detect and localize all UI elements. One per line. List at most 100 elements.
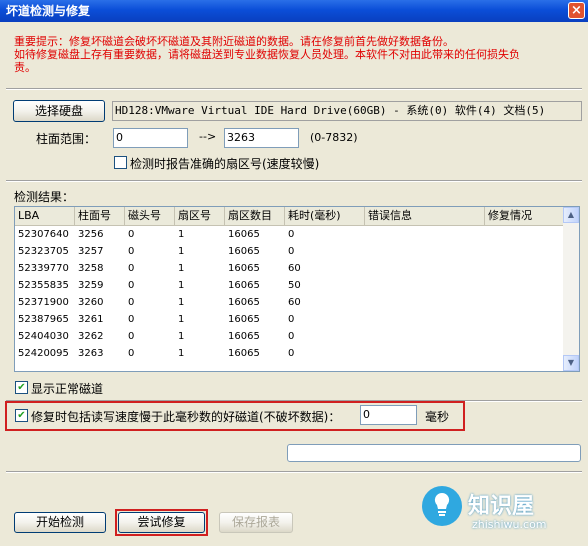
table-row[interactable]: 52387965 3261 0 1 16065 0 [15, 311, 564, 328]
table-cell [485, 226, 564, 243]
progress-bar [287, 444, 581, 462]
table-cell [365, 328, 485, 345]
repair-slow-checkbox[interactable]: ✔ [15, 409, 28, 422]
start-detect-button[interactable]: 开始检测 [14, 512, 106, 533]
accurate-sector-checkbox[interactable] [114, 156, 127, 169]
table-cell [365, 243, 485, 260]
watermark-domain: zhishiwu.com [472, 518, 547, 531]
table-cell: 3262 [78, 331, 104, 342]
title-bar[interactable]: 坏道检测与修复 × [0, 0, 588, 22]
watermark-logo: 知识屋 zhishiwu.com [420, 480, 588, 546]
table-cell: 60 [288, 297, 301, 308]
warning-line-1: 重要提示：修复坏磁道会破坏坏磁道及其附近磁道的数据。请在修复前首先做好数据备份。 [14, 35, 454, 48]
table-cell: 0 [288, 348, 295, 359]
table-cell [365, 311, 485, 328]
divider [6, 88, 582, 90]
column-header[interactable]: 修复情况 [485, 207, 564, 225]
column-header[interactable]: 磁头号 [125, 207, 175, 225]
warning-line-2: 如待修复磁盘上存有重要数据，请将磁盘送到专业数据恢复人员处理。本软件不对由此带来… [14, 48, 520, 61]
table-cell [485, 277, 564, 294]
accurate-sector-label: 检测时报告准确的扇区号(速度较慢) [130, 157, 320, 171]
table-cell: 1 [178, 331, 185, 342]
table-cell: 3257 [78, 246, 104, 257]
table-row[interactable]: 52404030 3262 0 1 16065 0 [15, 328, 564, 345]
table-row[interactable]: 52323705 3257 0 1 16065 0 [15, 243, 564, 260]
column-header[interactable]: LBA [15, 207, 75, 225]
table-cell: 1 [178, 229, 185, 240]
table-row[interactable]: 52307640 3256 0 1 16065 0 [15, 226, 564, 243]
table-cell: 3263 [78, 348, 104, 359]
table-cell: 16065 [228, 314, 260, 325]
show-normal-checkbox[interactable]: ✔ [15, 381, 28, 394]
drive-info-field: HD128:VMware Virtual IDE Hard Drive(60GB… [112, 101, 582, 121]
try-repair-button[interactable]: 尝试修复 [118, 512, 205, 533]
table-cell: 0 [128, 331, 135, 342]
table-cell: 3259 [78, 280, 104, 291]
cylinder-from-input[interactable]: 0 [113, 128, 188, 148]
repair-slow-label: 修复时包括读写速度慢于此毫秒数的好磁道(不破坏数据)： [31, 410, 341, 424]
save-report-button[interactable]: 保存报表 [219, 512, 293, 533]
table-cell: 3256 [78, 229, 104, 240]
scroll-down-icon[interactable]: ▼ [563, 355, 579, 371]
table-cell: 52420095 [18, 348, 69, 359]
table-header: LBA 柱面号 磁头号 扇区号 扇区数目 耗时(毫秒) 错误信息 修复情况 [15, 207, 564, 226]
table-cell: 52355835 [18, 280, 69, 291]
table-cell: 1 [178, 314, 185, 325]
table-cell [365, 345, 485, 362]
table-cell [365, 226, 485, 243]
table-cell: 0 [288, 246, 295, 257]
cylinder-range-hint: (0-7832) [310, 131, 358, 144]
scroll-up-icon[interactable]: ▲ [563, 207, 579, 223]
table-row[interactable]: 52420095 3263 0 1 16065 0 [15, 345, 564, 362]
warning-line-3: 责。 [14, 61, 36, 74]
select-disk-button[interactable]: 选择硬盘 [13, 100, 105, 122]
table-cell: 16065 [228, 331, 260, 342]
table-cell [485, 243, 564, 260]
table-cell: 16065 [228, 297, 260, 308]
column-header[interactable]: 柱面号 [75, 207, 125, 225]
table-cell: 16065 [228, 280, 260, 291]
table-cell: 1 [178, 263, 185, 274]
column-header[interactable]: 扇区数目 [225, 207, 285, 225]
close-button[interactable]: × [568, 2, 585, 19]
table-cell [485, 328, 564, 345]
table-cell: 1 [178, 297, 185, 308]
table-cell [365, 260, 485, 277]
table-cell: 50 [288, 280, 301, 291]
table-cell: 0 [128, 314, 135, 325]
cylinder-to-input[interactable]: 3263 [224, 128, 299, 148]
threshold-unit-label: 毫秒 [425, 410, 450, 424]
table-cell: 16065 [228, 246, 260, 257]
table-row[interactable]: 52355835 3259 0 1 16065 50 [15, 277, 564, 294]
table-cell [485, 345, 564, 362]
table-cell [365, 294, 485, 311]
table-cell: 0 [128, 263, 135, 274]
table-cell: 52323705 [18, 246, 69, 257]
table-cell: 0 [288, 331, 295, 342]
vertical-scrollbar[interactable]: ▲ ▼ [563, 207, 579, 371]
table-cell: 0 [128, 229, 135, 240]
table-cell [365, 277, 485, 294]
table-cell: 1 [178, 246, 185, 257]
divider [6, 471, 582, 473]
table-row[interactable]: 52339770 3258 0 1 16065 60 [15, 260, 564, 277]
table-cell: 0 [288, 314, 295, 325]
table-cell: 52339770 [18, 263, 69, 274]
table-cell: 0 [128, 348, 135, 359]
column-header[interactable]: 扇区号 [175, 207, 225, 225]
table-cell [485, 311, 564, 328]
table-cell: 16065 [228, 348, 260, 359]
divider [6, 180, 582, 182]
repair-threshold-input[interactable]: 0 [360, 405, 417, 425]
table-body: 52307640 3256 0 1 16065 0 52323705 3257 0 1 16065 0… [15, 226, 564, 362]
table-cell: 52371900 [18, 297, 69, 308]
table-row[interactable]: 52371900 3260 0 1 16065 60 [15, 294, 564, 311]
column-header[interactable]: 耗时(毫秒) [285, 207, 365, 225]
column-header[interactable]: 错误信息 [365, 207, 485, 225]
table-cell: 0 [288, 229, 295, 240]
warning-text: 重要提示：修复坏磁道会破坏坏磁道及其附近磁道的数据。请在修复前首先做好数据备份。… [14, 35, 574, 74]
cylinder-range-label: 柱面范围： [36, 132, 97, 146]
table-cell [485, 260, 564, 277]
results-label: 检测结果： [14, 190, 75, 204]
table-cell: 52307640 [18, 229, 69, 240]
